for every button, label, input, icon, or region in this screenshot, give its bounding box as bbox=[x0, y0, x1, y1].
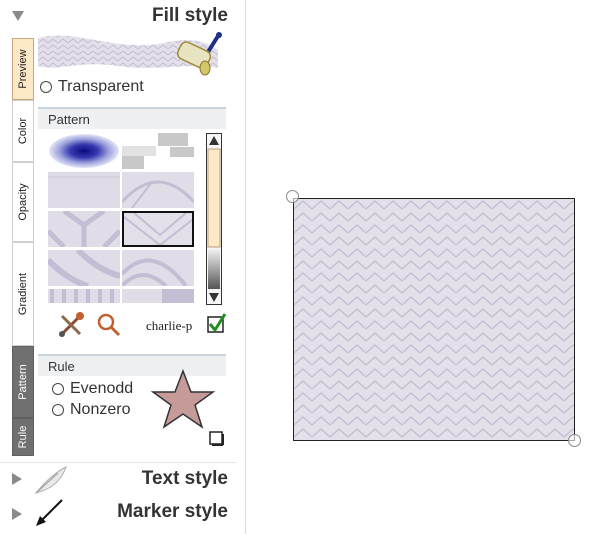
pattern-swatch-checker[interactable] bbox=[122, 133, 194, 169]
transparent-option[interactable]: Transparent bbox=[40, 78, 144, 96]
tab-color-label: Color bbox=[17, 117, 29, 145]
pattern-scrollbar[interactable] bbox=[206, 133, 222, 305]
style-panel: Fill style Preview Color Opacity Gradien… bbox=[0, 0, 246, 534]
patterned-rectangle[interactable] bbox=[293, 198, 575, 441]
tab-pattern[interactable]: Pattern bbox=[12, 346, 34, 418]
magnifier-icon[interactable] bbox=[96, 312, 122, 338]
tab-rule-label: Rule bbox=[17, 425, 29, 449]
evenodd-option[interactable]: Evenodd bbox=[52, 380, 133, 398]
pattern-swatch-curves[interactable] bbox=[48, 250, 120, 286]
pattern-swatch-plain[interactable] bbox=[48, 172, 120, 208]
pattern-swatch-radial[interactable] bbox=[48, 133, 120, 169]
pattern-swatch-blocks[interactable] bbox=[122, 289, 194, 303]
pattern-swatch-charlie-selected[interactable] bbox=[122, 211, 194, 247]
pattern-name: charlie-p bbox=[146, 318, 193, 333]
pattern-swatch-arcs[interactable] bbox=[122, 172, 194, 208]
nonzero-label: Nonzero bbox=[70, 401, 131, 418]
fill-style-header[interactable]: Fill style bbox=[0, 0, 236, 32]
tab-opacity[interactable]: Opacity bbox=[12, 162, 34, 242]
pattern-swatch-rings[interactable] bbox=[122, 250, 194, 286]
nonzero-radio[interactable] bbox=[52, 404, 64, 416]
tab-gradient[interactable]: Gradient bbox=[12, 242, 34, 346]
feather-icon bbox=[34, 466, 67, 495]
pattern-swatch-stripes[interactable] bbox=[48, 289, 120, 303]
transparent-label: Transparent bbox=[58, 78, 144, 95]
expand-triangle-icon[interactable] bbox=[12, 508, 22, 520]
tab-opacity-label: Opacity bbox=[17, 183, 29, 221]
resize-handle-bottom-right[interactable] bbox=[568, 434, 581, 447]
arrow-icon bbox=[36, 499, 63, 526]
rule-checkbox[interactable] bbox=[209, 431, 225, 447]
tab-preview[interactable]: Preview bbox=[12, 38, 34, 100]
text-style-title: Text style bbox=[141, 468, 228, 489]
paint-roller-icon bbox=[176, 32, 222, 76]
nonzero-option[interactable]: Nonzero bbox=[52, 401, 130, 419]
expand-triangle-icon[interactable] bbox=[12, 473, 22, 485]
evenodd-radio[interactable] bbox=[52, 383, 64, 395]
pattern-swatch-hex[interactable] bbox=[48, 211, 120, 247]
pattern-heading: Pattern bbox=[38, 107, 226, 129]
fill-style-tabs: Preview Color Opacity Gradient Pattern R… bbox=[12, 38, 34, 456]
marker-style-header[interactable]: Marker style bbox=[0, 496, 236, 528]
evenodd-label: Evenodd bbox=[70, 380, 134, 397]
resize-handle-top-left[interactable] bbox=[286, 190, 299, 203]
eyedropper-icon[interactable] bbox=[56, 310, 86, 340]
text-style-header[interactable]: Text style bbox=[0, 462, 236, 495]
fill-style-title: Fill style bbox=[151, 5, 228, 26]
checkmark-icon[interactable] bbox=[207, 313, 227, 333]
transparent-radio[interactable] bbox=[40, 81, 52, 93]
tab-gradient-label: Gradient bbox=[17, 272, 29, 316]
tab-color[interactable]: Color bbox=[12, 100, 34, 162]
tab-rule[interactable]: Rule bbox=[12, 418, 34, 456]
star-icon bbox=[150, 368, 216, 429]
tab-pattern-label: Pattern bbox=[17, 364, 29, 400]
marker-style-title: Marker style bbox=[117, 501, 228, 522]
collapse-triangle-icon[interactable] bbox=[12, 11, 24, 21]
tab-preview-label: Preview bbox=[17, 49, 29, 89]
